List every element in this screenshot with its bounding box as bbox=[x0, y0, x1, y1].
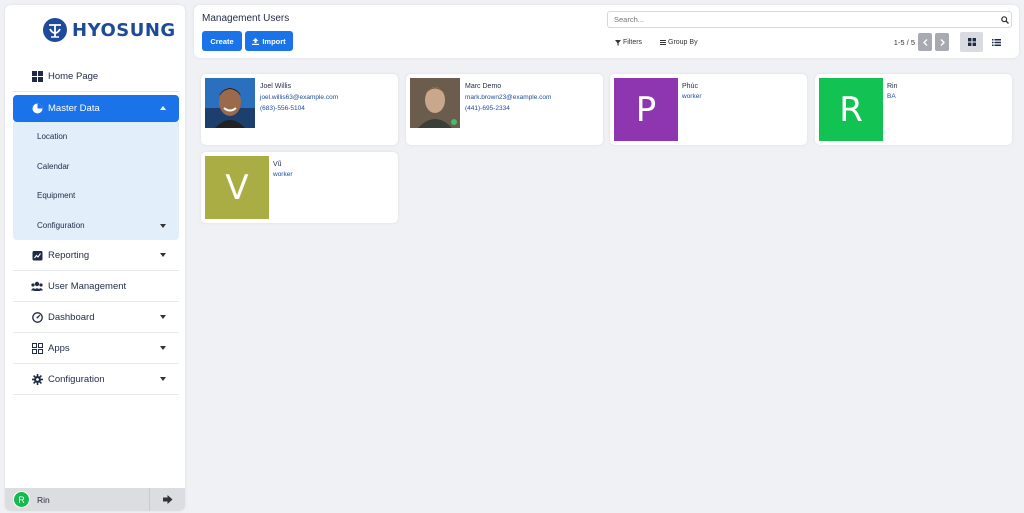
user-photo bbox=[205, 78, 255, 128]
import-button-label: Import bbox=[262, 36, 286, 46]
subitem-label: Configuration bbox=[37, 220, 85, 230]
sidebar-item-label: User Management bbox=[48, 280, 127, 292]
card-role: BA bbox=[887, 93, 896, 100]
card-name: Phúc bbox=[682, 83, 698, 90]
list-view-icon bbox=[992, 38, 1001, 46]
sidebar-item-label: Home Page bbox=[48, 70, 99, 82]
search-input[interactable] bbox=[607, 11, 1012, 28]
user-card[interactable]: Joel Willis joel.willis63@example.com (6… bbox=[201, 74, 398, 145]
card-email: joel.willis63@example.com bbox=[260, 94, 339, 101]
subitem-label: Calendar bbox=[37, 161, 70, 171]
apps-grid-icon bbox=[31, 342, 43, 354]
sidebar-footer: R Rin bbox=[5, 488, 185, 511]
chevron-down-icon bbox=[160, 315, 166, 319]
brand-name: HYOSUNG bbox=[72, 19, 176, 41]
gauge-icon bbox=[31, 311, 43, 323]
import-button[interactable]: Import bbox=[245, 31, 293, 51]
chevron-down-icon bbox=[160, 223, 166, 228]
sidebar-item-label: Dashboard bbox=[48, 311, 95, 323]
pager-previous-button[interactable] bbox=[918, 33, 932, 51]
sidebar-item-configuration[interactable]: Configuration bbox=[13, 364, 179, 395]
avatar: V bbox=[205, 156, 269, 219]
sidebar-item-reporting[interactable]: Reporting bbox=[13, 240, 179, 271]
kanban-view-button[interactable] bbox=[960, 32, 983, 52]
user-card[interactable]: V Vũ worker bbox=[201, 152, 398, 223]
sidebar-item-master-data[interactable]: Master Data bbox=[13, 95, 179, 122]
user-card[interactable]: P Phúc worker bbox=[610, 74, 807, 145]
list-view-button[interactable] bbox=[985, 32, 1008, 52]
list-icon bbox=[660, 40, 666, 45]
card-name: Rin bbox=[887, 83, 898, 90]
sidebar-item-home[interactable]: Home Page bbox=[13, 61, 179, 92]
user-card[interactable]: Marc Demo mark.brown23@example.com (441)… bbox=[406, 74, 603, 145]
user-avatar[interactable]: R bbox=[13, 491, 30, 508]
search-icon bbox=[1001, 16, 1009, 24]
grid-icon bbox=[31, 70, 43, 82]
kanban-icon bbox=[967, 38, 976, 46]
chevron-left-icon bbox=[922, 38, 927, 46]
card-phone: (441)-695-2334 bbox=[465, 105, 510, 112]
filter-icon bbox=[615, 39, 621, 46]
users-icon bbox=[31, 280, 43, 292]
create-button-label: Create bbox=[210, 36, 234, 46]
sidebar-subitem-location[interactable]: Location bbox=[13, 122, 179, 152]
subitem-label: Location bbox=[37, 132, 68, 142]
sidebar-item-label: Apps bbox=[48, 342, 70, 354]
avatar: P bbox=[614, 78, 678, 141]
sign-out-icon bbox=[162, 495, 172, 504]
sidebar-subitem-calendar[interactable]: Calendar bbox=[13, 152, 179, 182]
chevron-right-icon bbox=[940, 38, 945, 46]
report-icon bbox=[31, 249, 43, 261]
sidebar-item-apps[interactable]: Apps bbox=[13, 333, 179, 364]
upload-icon bbox=[252, 37, 260, 45]
chevron-down-icon bbox=[160, 377, 166, 381]
subitem-label: Equipment bbox=[37, 191, 76, 201]
pie-chart-icon bbox=[31, 103, 43, 115]
control-panel: Management Users Create Import Filters G… bbox=[194, 5, 1019, 58]
sidebar-item-label: Master Data bbox=[48, 103, 100, 114]
chevron-down-icon bbox=[160, 253, 166, 257]
card-phone: (683)-556-5104 bbox=[260, 105, 305, 112]
chevron-down-icon bbox=[160, 346, 166, 350]
card-email: mark.brown23@example.com bbox=[465, 94, 552, 101]
sidebar-subitem-equipment[interactable]: Equipment bbox=[13, 181, 179, 211]
pager-next-button[interactable] bbox=[935, 33, 949, 51]
filters-label: Filters bbox=[623, 39, 643, 46]
sidebar-nav: Home Page Master Data Location Calendar … bbox=[13, 61, 179, 395]
sidebar: HYOSUNG Home Page Master Data Location C… bbox=[5, 5, 185, 511]
user-photo bbox=[410, 78, 460, 128]
chevron-up-icon bbox=[160, 106, 166, 110]
group-by-toggle[interactable]: Group By bbox=[660, 39, 698, 46]
avatar: R bbox=[819, 78, 883, 141]
user-card[interactable]: R Rin BA bbox=[815, 74, 1012, 145]
page-title: Management Users bbox=[202, 13, 290, 24]
sidebar-item-user-management[interactable]: User Management bbox=[13, 271, 179, 302]
sidebar-item-label: Reporting bbox=[48, 249, 90, 261]
logout-button[interactable] bbox=[149, 488, 185, 511]
gear-icon bbox=[31, 373, 43, 385]
create-button[interactable]: Create bbox=[202, 31, 242, 51]
sidebar-subitem-configuration[interactable]: Configuration bbox=[13, 211, 179, 241]
card-name: Joel Willis bbox=[260, 83, 292, 90]
sidebar-item-dashboard[interactable]: Dashboard bbox=[13, 302, 179, 333]
card-role: worker bbox=[682, 93, 702, 100]
card-name: Marc Demo bbox=[465, 83, 502, 90]
master-data-submenu: Location Calendar Equipment Configuratio… bbox=[13, 122, 179, 240]
card-role: worker bbox=[273, 171, 293, 178]
card-name: Vũ bbox=[273, 161, 282, 168]
brand-logo[interactable]: HYOSUNG bbox=[42, 17, 176, 43]
filters-toggle[interactable]: Filters bbox=[615, 39, 642, 46]
sidebar-item-label: Configuration bbox=[48, 373, 105, 385]
pager-value[interactable]: 1-5 / 5 bbox=[894, 38, 915, 47]
hyosung-logo-icon bbox=[43, 18, 67, 42]
user-name: Rin bbox=[37, 494, 50, 505]
group-by-label: Group By bbox=[668, 39, 698, 46]
